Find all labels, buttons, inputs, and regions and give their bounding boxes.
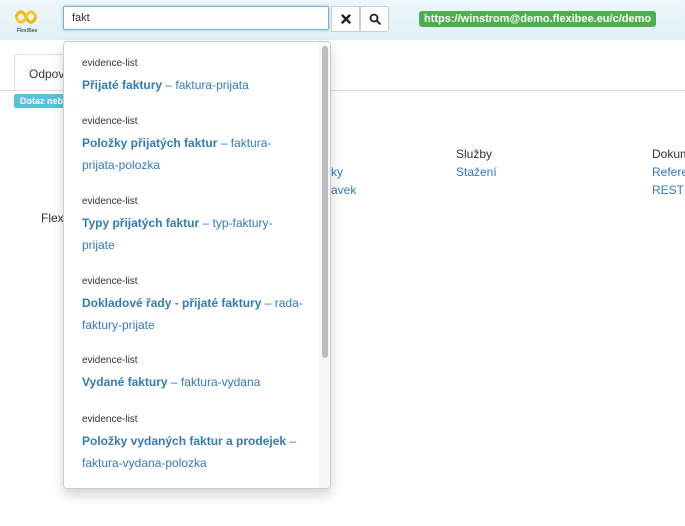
search-suggestions-dropdown: evidence-list Přijaté faktury – faktura-… <box>63 41 331 489</box>
search-icon <box>369 13 381 25</box>
suggestion-separator: – <box>162 78 176 92</box>
clear-search-button[interactable] <box>331 6 360 32</box>
suggestion-title: Položky vydaných faktur a prodejek <box>82 434 287 448</box>
suggestion-separator: – <box>286 434 297 448</box>
suggestion-type: evidence-list <box>82 355 138 366</box>
suggestion-separator: – <box>261 296 275 310</box>
top-header: FlexiBee https://winstrom@demo.flexibee.… <box>0 0 685 40</box>
section-link-1[interactable]: ky <box>331 165 343 179</box>
suggestion-separator: – <box>199 216 213 230</box>
info-label: Dotaz nebyl <box>14 94 66 108</box>
flexibee-logo[interactable]: FlexiBee <box>13 9 39 35</box>
suggestion-type: evidence-list <box>82 58 138 69</box>
search-input[interactable] <box>63 6 329 30</box>
docs-link-reference[interactable]: Refere <box>652 165 685 179</box>
suggestion-type: evidence-list <box>82 116 138 127</box>
dropdown-scrollbar[interactable] <box>322 46 328 358</box>
docs-link-rest[interactable]: REST <box>652 183 684 197</box>
suggestion-code: faktura-prijata <box>175 78 249 92</box>
suggestion-title: Vydané faktury <box>82 375 168 389</box>
suggestion-code: faktura-vydana-polozka <box>82 456 207 470</box>
suggestion-item[interactable]: evidence-list Položky vydaných faktur a … <box>82 414 304 474</box>
suggestion-title: Dokladové řady - přijaté faktury <box>82 296 262 310</box>
suggestion-title-line[interactable]: Přijaté faktury – faktura-prijata <box>82 74 304 96</box>
search-button[interactable] <box>360 6 389 32</box>
services-link-download[interactable]: Stažení <box>456 165 497 179</box>
suggestion-item[interactable]: evidence-list Přijaté faktury – faktura-… <box>82 58 304 96</box>
suggestion-item[interactable]: evidence-list Dokladové řady - přijaté f… <box>82 276 304 336</box>
suggestion-item[interactable]: evidence-list Vydané faktury – faktura-v… <box>82 355 304 393</box>
suggestion-title-line[interactable]: Položky vydaných faktur a prodejek – fak… <box>82 430 304 474</box>
suggestion-type: evidence-list <box>82 414 138 425</box>
suggestion-title-line[interactable]: Dokladové řady - přijaté faktury – rada-… <box>82 292 304 336</box>
suggestion-type: evidence-list <box>82 196 138 207</box>
suggestion-item[interactable]: evidence-list Položky přijatých faktur –… <box>82 116 304 176</box>
suggestion-code: faktura-vydana <box>180 375 261 389</box>
section-link-2[interactable]: avek <box>331 183 356 197</box>
docs-heading: Dokum <box>652 147 685 161</box>
suggestion-separator: – <box>217 136 231 150</box>
logo-text: FlexiBee <box>16 28 38 34</box>
suggestion-title-line[interactable]: Vydané faktury – faktura-vydana <box>82 371 304 393</box>
suggestion-item[interactable]: evidence-list Typy přijatých faktur – ty… <box>82 196 304 256</box>
suggestion-title-line[interactable]: Typy přijatých faktur – typ-faktury-prij… <box>82 212 304 256</box>
logo-mark-icon <box>15 10 37 24</box>
suggestion-title-line[interactable]: Položky přijatých faktur – faktura-prija… <box>82 132 304 176</box>
suggestion-separator: – <box>167 375 181 389</box>
services-heading: Služby <box>456 147 493 161</box>
suggestion-title: Typy přijatých faktur <box>82 216 200 230</box>
suggestion-title: Položky přijatých faktur <box>82 136 218 150</box>
suggestion-type: evidence-list <box>82 276 138 287</box>
connection-url-badge: https://winstrom@demo.flexibee.eu/c/demo <box>419 11 657 27</box>
suggestion-title: Přijaté faktury <box>82 78 163 92</box>
close-icon <box>340 14 351 24</box>
